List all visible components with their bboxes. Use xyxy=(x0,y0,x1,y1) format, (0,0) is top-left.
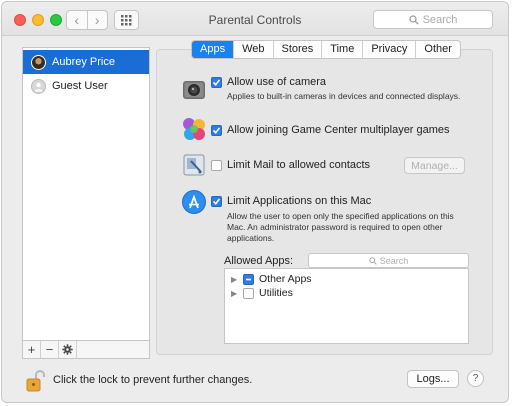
search-icon xyxy=(408,14,419,25)
title-bar: ‹ › Parental Controls Search xyxy=(2,2,508,36)
gear-icon xyxy=(62,344,73,355)
limit-apps-label: Limit Applications on this Mac xyxy=(227,195,372,207)
tab-stores[interactable]: Stores xyxy=(274,41,323,58)
camera-label: Allow use of camera xyxy=(227,76,327,88)
help-button[interactable]: ? xyxy=(467,370,484,387)
user-list: Aubrey Price Guest User xyxy=(22,47,150,341)
camera-icon xyxy=(183,81,205,99)
camera-description: Applies to built-in cameras in devices a… xyxy=(227,91,461,101)
checkmark-icon xyxy=(212,78,221,86)
logs-button[interactable]: Logs... xyxy=(407,370,459,388)
chevron-left-icon: ‹ xyxy=(74,12,80,28)
limit-apps-checkbox[interactable] xyxy=(211,195,222,207)
show-all-grid-icon xyxy=(121,14,132,25)
app-store-icon xyxy=(182,190,206,214)
lock-instructions: Click the lock to prevent further change… xyxy=(53,374,253,386)
tab-privacy[interactable]: Privacy xyxy=(363,41,417,58)
forward-button[interactable]: › xyxy=(86,11,108,29)
user-item-aubrey-price[interactable]: Aubrey Price xyxy=(23,50,149,74)
search-icon xyxy=(369,256,377,265)
user-list-toolbar: + − xyxy=(22,341,150,359)
utilities-checkbox[interactable] xyxy=(243,287,254,299)
tab-apps[interactable]: Apps xyxy=(192,41,235,58)
limit-apps-description-line-1: Allow the user to open only the specifie… xyxy=(227,211,454,221)
user-name: Aubrey Price xyxy=(52,56,115,68)
list-item-other-apps[interactable]: ▶ Other Apps xyxy=(231,273,312,285)
user-avatar xyxy=(31,54,46,70)
user-name: Guest User xyxy=(52,80,108,92)
list-item-label: Other Apps xyxy=(259,273,312,285)
back-button[interactable]: ‹ xyxy=(67,11,87,29)
add-user-button[interactable]: + xyxy=(23,341,41,358)
unlocked-lock-icon[interactable] xyxy=(24,369,46,393)
disclosure-triangle-icon[interactable]: ▶ xyxy=(231,289,239,298)
remove-user-button[interactable]: − xyxy=(41,341,59,358)
limit-apps-option[interactable]: Limit Applications on this Mac xyxy=(211,195,371,207)
mail-icon xyxy=(183,154,205,176)
search-placeholder: Search xyxy=(422,13,458,26)
guest-avatar xyxy=(31,78,46,94)
chevron-right-icon: › xyxy=(94,12,100,28)
limit-apps-description-line-3: applications. xyxy=(227,233,275,243)
disclosure-triangle-icon[interactable]: ▶ xyxy=(231,275,239,284)
tab-other[interactable]: Other xyxy=(416,41,460,58)
checkmark-icon xyxy=(212,126,221,134)
list-item-label: Utilities xyxy=(259,287,293,299)
minimize-window-button[interactable] xyxy=(32,14,44,26)
allowed-search-placeholder: Search xyxy=(379,255,409,266)
maximize-window-button[interactable] xyxy=(50,14,62,26)
game-center-label: Allow joining Game Center multiplayer ga… xyxy=(227,124,450,136)
camera-option[interactable]: Allow use of camera xyxy=(211,76,326,88)
tab-time[interactable]: Time xyxy=(322,41,364,58)
other-apps-checkbox[interactable] xyxy=(243,273,254,285)
tab-web[interactable]: Web xyxy=(234,41,274,58)
camera-checkbox[interactable] xyxy=(211,76,222,88)
allowed-apps-label: Allowed Apps: xyxy=(224,255,294,267)
mail-label: Limit Mail to allowed contacts xyxy=(227,159,371,171)
close-window-button[interactable] xyxy=(14,14,26,26)
preferences-search-field[interactable]: Search xyxy=(373,10,493,29)
mail-checkbox[interactable] xyxy=(211,159,222,171)
person-icon xyxy=(34,82,43,91)
nav-button-group: ‹ › xyxy=(66,10,108,30)
mixed-state-icon xyxy=(246,278,251,280)
game-center-option[interactable]: Allow joining Game Center multiplayer ga… xyxy=(211,124,450,136)
limit-apps-description-line-2: Mac. An administrator password is requir… xyxy=(227,222,443,232)
game-center-checkbox[interactable] xyxy=(211,124,222,136)
game-center-icon xyxy=(183,118,205,140)
manage-contacts-button[interactable]: Manage... xyxy=(404,157,465,174)
category-tabs: Apps Web Stores Time Privacy Other xyxy=(191,40,461,59)
list-item-utilities[interactable]: ▶ Utilities xyxy=(231,287,293,299)
parental-controls-window: ‹ › Parental Controls Search Aubrey Pric… xyxy=(1,1,509,403)
allowed-apps-search-field[interactable]: Search xyxy=(308,253,469,268)
settings-menu-button[interactable] xyxy=(59,341,77,358)
show-all-button[interactable] xyxy=(114,10,139,30)
checkmark-icon xyxy=(212,197,221,205)
mail-option[interactable]: Limit Mail to allowed contacts xyxy=(211,159,370,171)
allowed-apps-list: ▶ Other Apps ▶ Utilities xyxy=(224,268,469,344)
user-item-guest-user[interactable]: Guest User xyxy=(23,74,149,98)
